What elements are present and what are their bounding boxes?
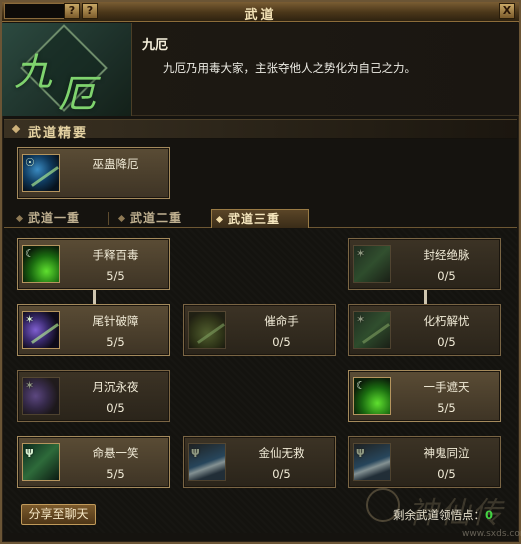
slash-hand-icon	[188, 311, 226, 349]
figure-leap-icon: ψ	[22, 443, 60, 481]
skill-rank: 0/5	[106, 401, 125, 415]
icon-streak	[197, 323, 225, 344]
skill-window: ? ? 武道 X 九 厄 九厄 九厄乃用毒大家，主张夺他人之势化为自己之力。 武…	[0, 0, 521, 544]
icon-glyph: ✶	[356, 313, 366, 326]
remaining-points: 剩余武道领悟点：0	[393, 507, 493, 523]
tab-separator	[108, 212, 109, 225]
emblem-char-1: 九	[14, 50, 53, 94]
skill-name: 催命手	[264, 314, 299, 328]
icon-glyph: ☾	[25, 247, 35, 260]
skill-card[interactable]: ψ 神鬼同泣 0/5	[348, 436, 501, 488]
purple-moon-icon: ✶	[22, 377, 60, 415]
icon-glyph: ψ	[25, 445, 34, 458]
title-bar[interactable]: ? ? 武道 X	[2, 2, 519, 23]
section-diamond-icon	[11, 124, 21, 134]
icon-glyph: ψ	[356, 445, 365, 458]
skill-name: 金仙无救	[258, 446, 305, 460]
tab-label: 武道一重	[28, 211, 81, 225]
icon-streak	[362, 323, 390, 344]
tier-tabs: 武道一重 武道二重 武道三重	[4, 207, 517, 228]
purple-needle-icon: ✶	[22, 311, 60, 349]
green-wave-icon: ✶	[353, 311, 391, 349]
icon-streak	[31, 323, 59, 344]
remaining-points-label: 剩余武道领悟点：	[393, 508, 485, 522]
essential-skill-name: 巫蛊降厄	[92, 157, 139, 171]
tab-label: 武道二重	[130, 211, 183, 225]
tab-tier-2[interactable]: 武道二重	[114, 209, 206, 228]
essentials-section-bar: 武道精要	[4, 119, 517, 141]
skill-card[interactable]: ✶ 尾针破障 5/5	[17, 304, 170, 356]
blue-spirit-icon: ψ	[353, 443, 391, 481]
skill-card[interactable]: ψ 金仙无救 0/5	[183, 436, 336, 488]
icon-glyph: ✶	[356, 247, 366, 260]
share-to-chat-button[interactable]: 分享至聊天	[21, 504, 96, 525]
skill-rank: 5/5	[106, 269, 125, 283]
skill-name: 手释百毒	[92, 248, 139, 262]
skill-card[interactable]: ☾ 一手遮天 5/5	[348, 370, 501, 422]
tab-tier-1[interactable]: 武道一重	[12, 209, 104, 228]
skill-name: 一手遮天	[423, 380, 470, 394]
skill-card[interactable]: ✶ 化朽解忧 0/5	[348, 304, 501, 356]
tab-diamond-icon	[15, 214, 24, 223]
icon-glyph: ☉	[25, 156, 35, 169]
skill-card[interactable]: ✶ 封经绝脉 0/5	[348, 238, 501, 290]
school-header: 九 厄 九厄 九厄乃用毒大家，主张夺他人之势化为自己之力。	[2, 23, 519, 116]
essentials-section-label: 武道精要	[28, 126, 89, 141]
skill-name: 命悬一笑	[92, 446, 139, 460]
figure-strike-icon: ✶	[353, 245, 391, 283]
tab-diamond-icon	[215, 215, 224, 224]
skill-card[interactable]: ☾ 手释百毒 5/5	[17, 238, 170, 290]
essential-skill-card[interactable]: ☉ 巫蛊降厄	[17, 147, 170, 199]
skill-name: 化朽解忧	[423, 314, 470, 328]
skill-card[interactable]: ✶ 月沉永夜 0/5	[17, 370, 170, 422]
skill-rank: 5/5	[106, 335, 125, 349]
skill-rank: 5/5	[437, 401, 456, 415]
icon-glyph: ✶	[25, 379, 35, 392]
skill-name: 尾针破障	[92, 314, 139, 328]
green-poison-icon: ☾	[22, 245, 60, 283]
tab-label: 武道三重	[228, 212, 281, 226]
green-hand-icon: ☾	[353, 377, 391, 415]
skill-name: 封经绝脉	[423, 248, 470, 262]
hex-descend-icon: ☉	[22, 154, 60, 192]
window-title: 武道	[244, 8, 277, 23]
blue-streak-icon: ψ	[188, 443, 226, 481]
skill-name: 月沉永夜	[92, 380, 139, 394]
school-description: 九厄乃用毒大家，主张夺他人之势化为自己之力。	[163, 61, 416, 75]
icon-glyph: ☾	[356, 379, 366, 392]
icon-streak	[31, 166, 59, 187]
skill-name: 神鬼同泣	[423, 446, 470, 460]
skill-rank: 0/5	[272, 335, 291, 349]
skill-rank: 0/5	[272, 467, 291, 481]
skill-rank: 5/5	[106, 467, 125, 481]
emblem-char-2: 厄	[58, 72, 97, 116]
icon-glyph: ψ	[191, 445, 200, 458]
skill-rank: 0/5	[437, 335, 456, 349]
close-button[interactable]: X	[499, 3, 515, 19]
tab-diamond-icon	[117, 214, 126, 223]
tab-tier-3[interactable]: 武道三重	[211, 209, 309, 228]
skill-card[interactable]: ψ 命悬一笑 5/5	[17, 436, 170, 488]
skill-rank: 0/5	[437, 467, 456, 481]
remaining-points-value: 0	[485, 508, 494, 522]
skill-card[interactable]: 催命手 0/5	[183, 304, 336, 356]
icon-glyph: ✶	[25, 313, 35, 326]
skill-rank: 0/5	[437, 269, 456, 283]
school-emblem: 九 厄	[2, 23, 132, 116]
school-name: 九厄	[142, 38, 169, 53]
